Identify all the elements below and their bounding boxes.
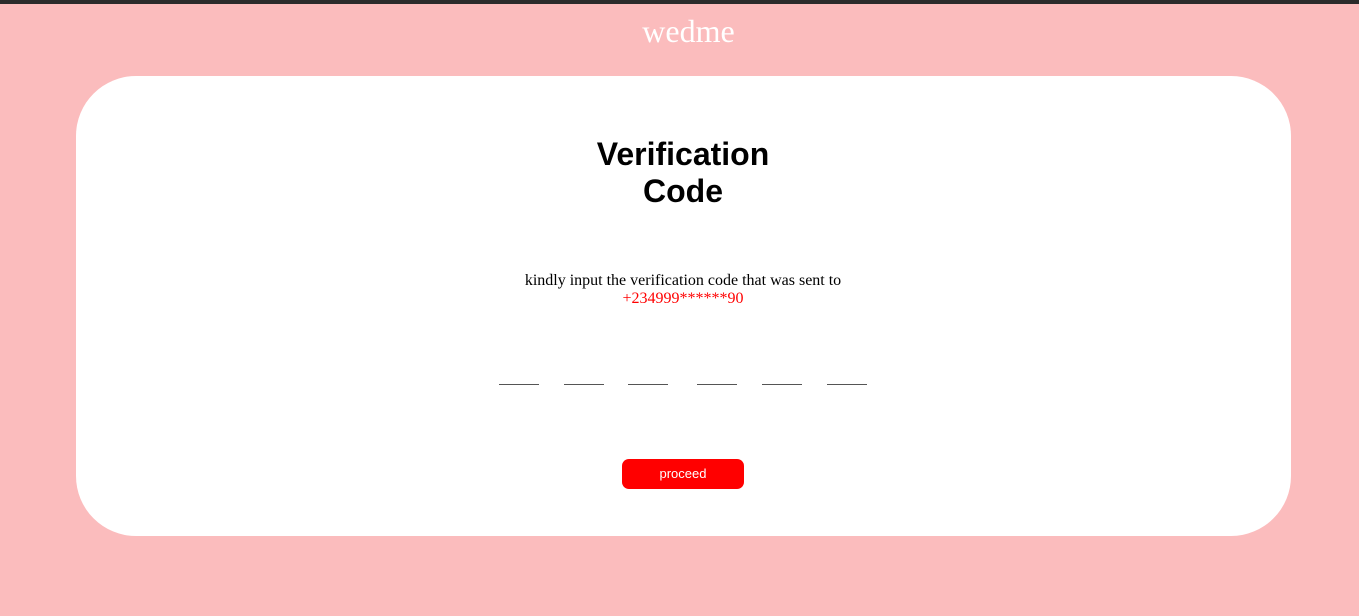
proceed-button[interactable]: proceed <box>622 459 744 489</box>
code-digit-5[interactable] <box>762 366 802 385</box>
code-digit-3[interactable] <box>628 366 668 385</box>
page-title-line-2: Code <box>643 173 723 209</box>
instruction-text: kindly input the verification code that … <box>524 272 842 289</box>
code-digit-6[interactable] <box>827 366 867 385</box>
masked-phone-number: +234999******90 <box>622 290 744 307</box>
page-title-line-1: Verification <box>596 136 770 172</box>
verification-card: Verification Code kindly input the verif… <box>76 76 1291 536</box>
page-title: Verification Code <box>76 136 1290 210</box>
brand-logo-text: wedme <box>642 13 735 49</box>
code-digit-4[interactable] <box>697 366 737 385</box>
code-digit-1[interactable] <box>499 366 539 385</box>
code-digit-2[interactable] <box>564 366 604 385</box>
top-strip <box>0 0 1359 4</box>
